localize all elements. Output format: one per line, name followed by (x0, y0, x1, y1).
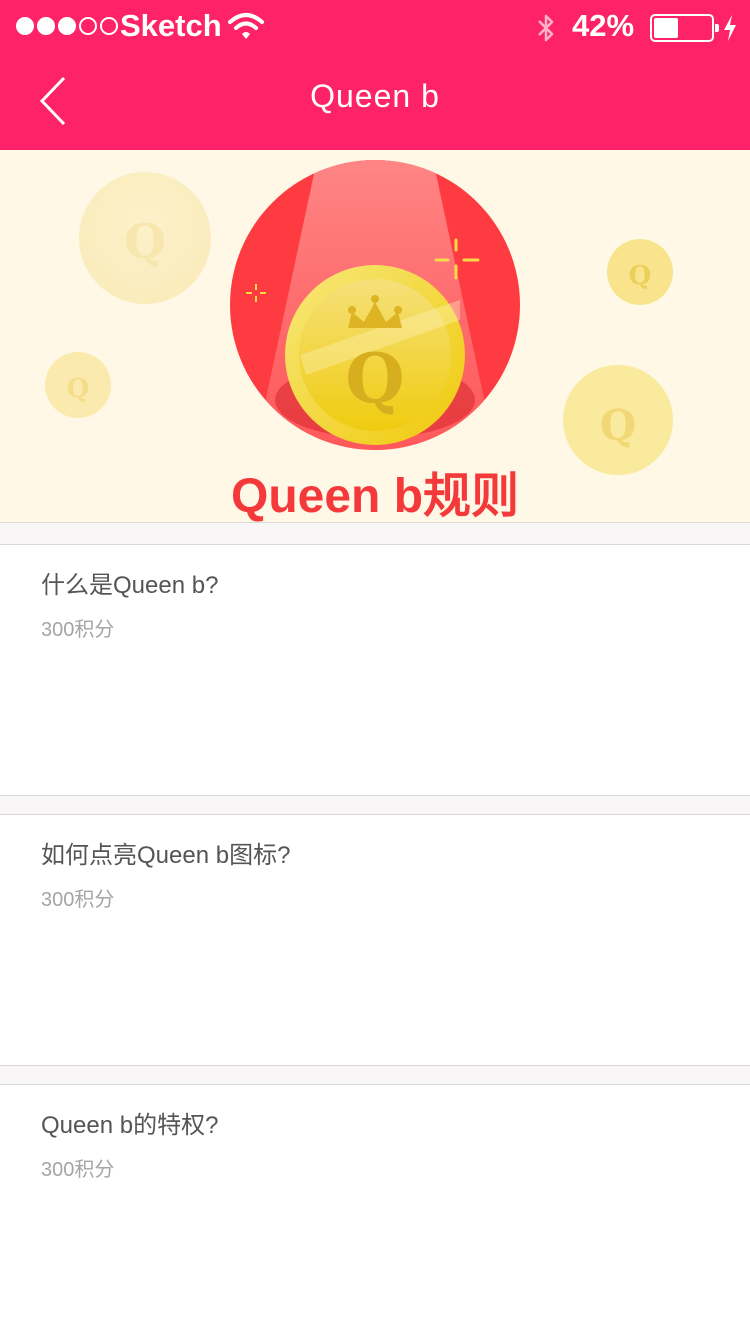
svg-text:Q: Q (124, 214, 166, 270)
banner-title: Queen b规则 (230, 470, 520, 522)
page-title: Queen b (310, 78, 440, 114)
rule-section: Queen b的特权? 300积分 (0, 1085, 750, 1334)
battery-icon (650, 14, 719, 42)
queen-coin-icon: Q (285, 265, 465, 445)
rule-question: Queen b的特权? (41, 1112, 219, 1139)
rule-section: 什么是Queen b? 300积分 (0, 545, 750, 795)
battery-percent: 42% (572, 8, 635, 43)
wifi-icon (228, 13, 264, 39)
bluetooth-icon (538, 14, 554, 42)
svg-text:Q: Q (600, 401, 637, 450)
rule-points: 300积分 (41, 619, 115, 641)
carrier-name: Sketch (120, 8, 222, 43)
section-divider (0, 522, 750, 545)
background-coin-small-right: Q (607, 239, 673, 305)
svg-text:Q: Q (345, 339, 404, 419)
svg-text:Q: Q (629, 261, 652, 291)
rule-points: 300积分 (41, 889, 115, 911)
section-divider (0, 795, 750, 815)
banner: Q Q Q Q Q Queen b规则 (0, 150, 750, 522)
svg-text:Q: Q (67, 374, 90, 404)
rule-points: 300积分 (41, 1159, 115, 1181)
rule-section: 如何点亮Queen b图标? 300积分 (0, 815, 750, 1065)
background-coin-small-left: Q (45, 352, 111, 418)
rule-question: 如何点亮Queen b图标? (41, 842, 291, 869)
charging-bolt-icon (724, 15, 736, 41)
status-bar: Sketch 42% (0, 0, 750, 54)
signal-strength-icon (16, 17, 118, 35)
background-coin-large: Q (79, 172, 211, 304)
section-divider (0, 1065, 750, 1085)
rule-question: 什么是Queen b? (41, 572, 219, 599)
top-bar: Sketch 42% Queen b (0, 0, 750, 150)
